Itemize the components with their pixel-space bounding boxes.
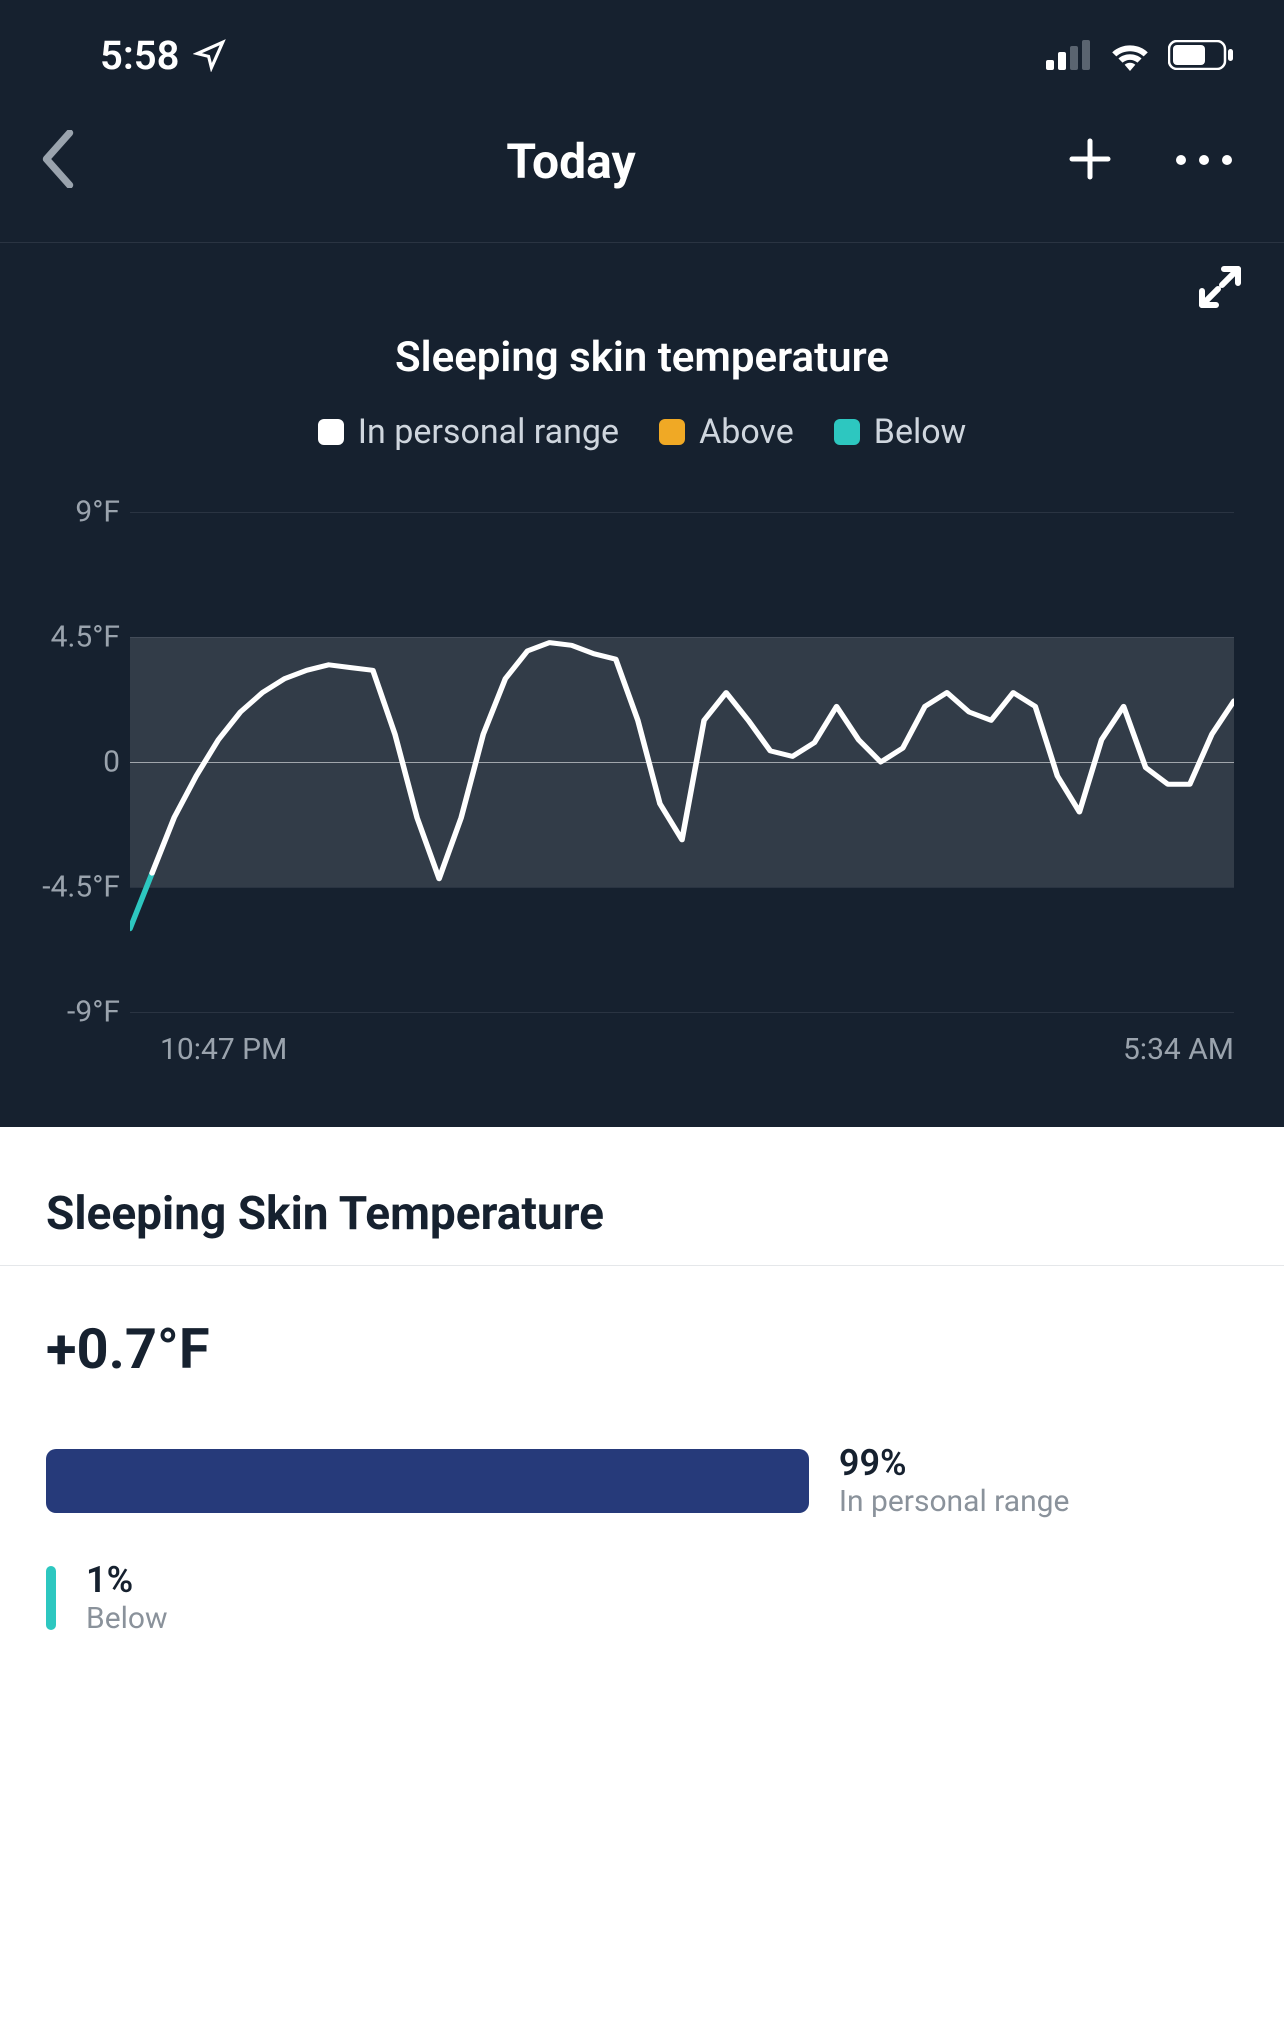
x-end-label: 5:34 AM [1123,1032,1234,1067]
y-tick-label: 9°F [20,495,120,530]
y-tick-label: -9°F [20,995,120,1030]
divider [0,1265,1284,1266]
chart-plot[interactable]: 9°F4.5°F0-4.5°F-9°F [130,512,1234,1012]
legend-in-range: In personal range [318,412,619,452]
back-button[interactable] [40,130,76,192]
x-start-label: 10:47 PM [160,1032,287,1067]
legend-in-range-label: In personal range [358,412,619,452]
expand-button[interactable] [1196,263,1244,315]
location-icon [193,38,227,72]
summary-value: +0.7°F [46,1316,1238,1382]
gridline [130,1012,1234,1013]
distribution-sublabel: Below [86,1601,168,1636]
page-title: Today [76,133,1066,190]
battery-icon [1168,40,1234,70]
chart-legend: In personal range Above Below [30,412,1254,452]
status-time-text: 5:58 [100,32,179,79]
distribution-bar [46,1566,56,1630]
distribution-bar [46,1449,809,1513]
legend-below: Below [834,412,966,452]
add-button[interactable] [1066,135,1114,187]
chart-line [130,512,1234,1012]
swatch-above-icon [659,419,685,445]
status-time: 5:58 [100,32,227,79]
cellular-icon [1046,40,1092,70]
legend-below-label: Below [874,412,966,452]
status-bar: 5:58 [0,0,1284,90]
y-tick-label: 4.5°F [20,620,120,655]
legend-above: Above [659,412,794,452]
distribution-sublabel: In personal range [839,1484,1070,1519]
chart-title: Sleeping skin temperature [30,333,1254,382]
distribution-pct: 1% [86,1559,168,1601]
swatch-below-icon [834,419,860,445]
y-tick-label: -4.5°F [20,870,120,905]
wifi-icon [1108,39,1152,71]
y-tick-label: 0 [20,745,120,780]
more-button[interactable] [1174,152,1234,171]
nav-bar: Today [0,90,1284,243]
distribution-row: 1%Below [46,1559,1238,1636]
summary-heading: Sleeping Skin Temperature [46,1187,1238,1241]
distribution-label: 99%In personal range [839,1442,1070,1519]
legend-above-label: Above [699,412,794,452]
distribution-row: 99%In personal range [46,1442,1238,1519]
distribution-label: 1%Below [86,1559,168,1636]
swatch-in-range-icon [318,419,344,445]
distribution-pct: 99% [839,1442,1070,1484]
